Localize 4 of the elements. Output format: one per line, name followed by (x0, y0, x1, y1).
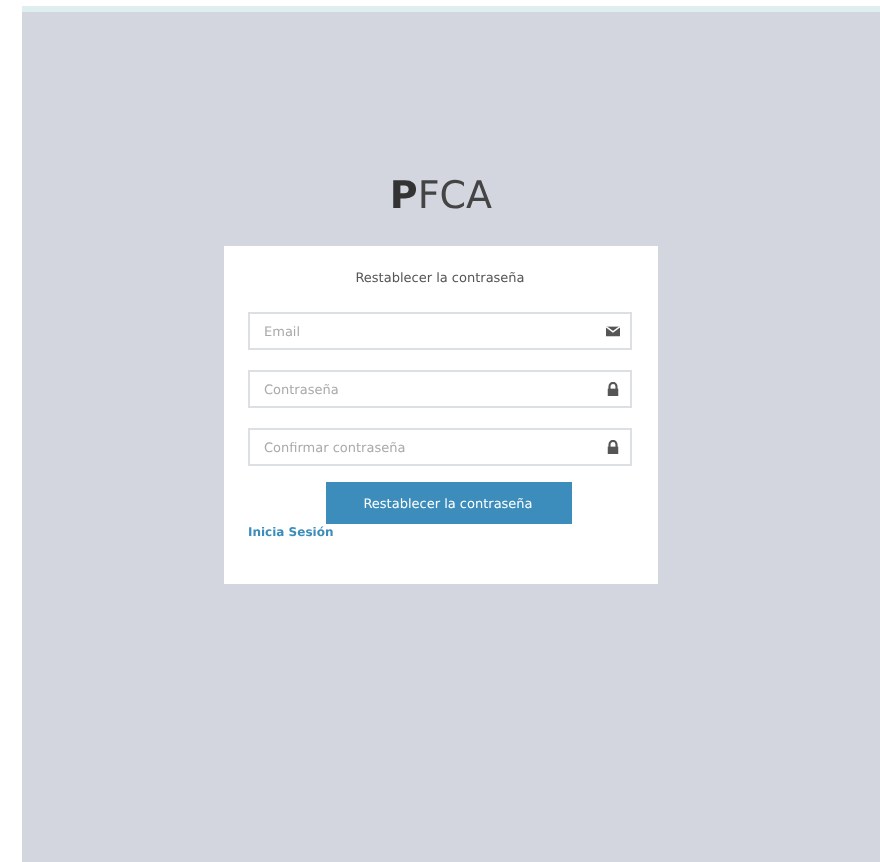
envelope-icon (606, 324, 620, 338)
logo: PFCA (389, 172, 493, 222)
lock-icon (606, 382, 620, 396)
lock-icon (606, 440, 620, 454)
